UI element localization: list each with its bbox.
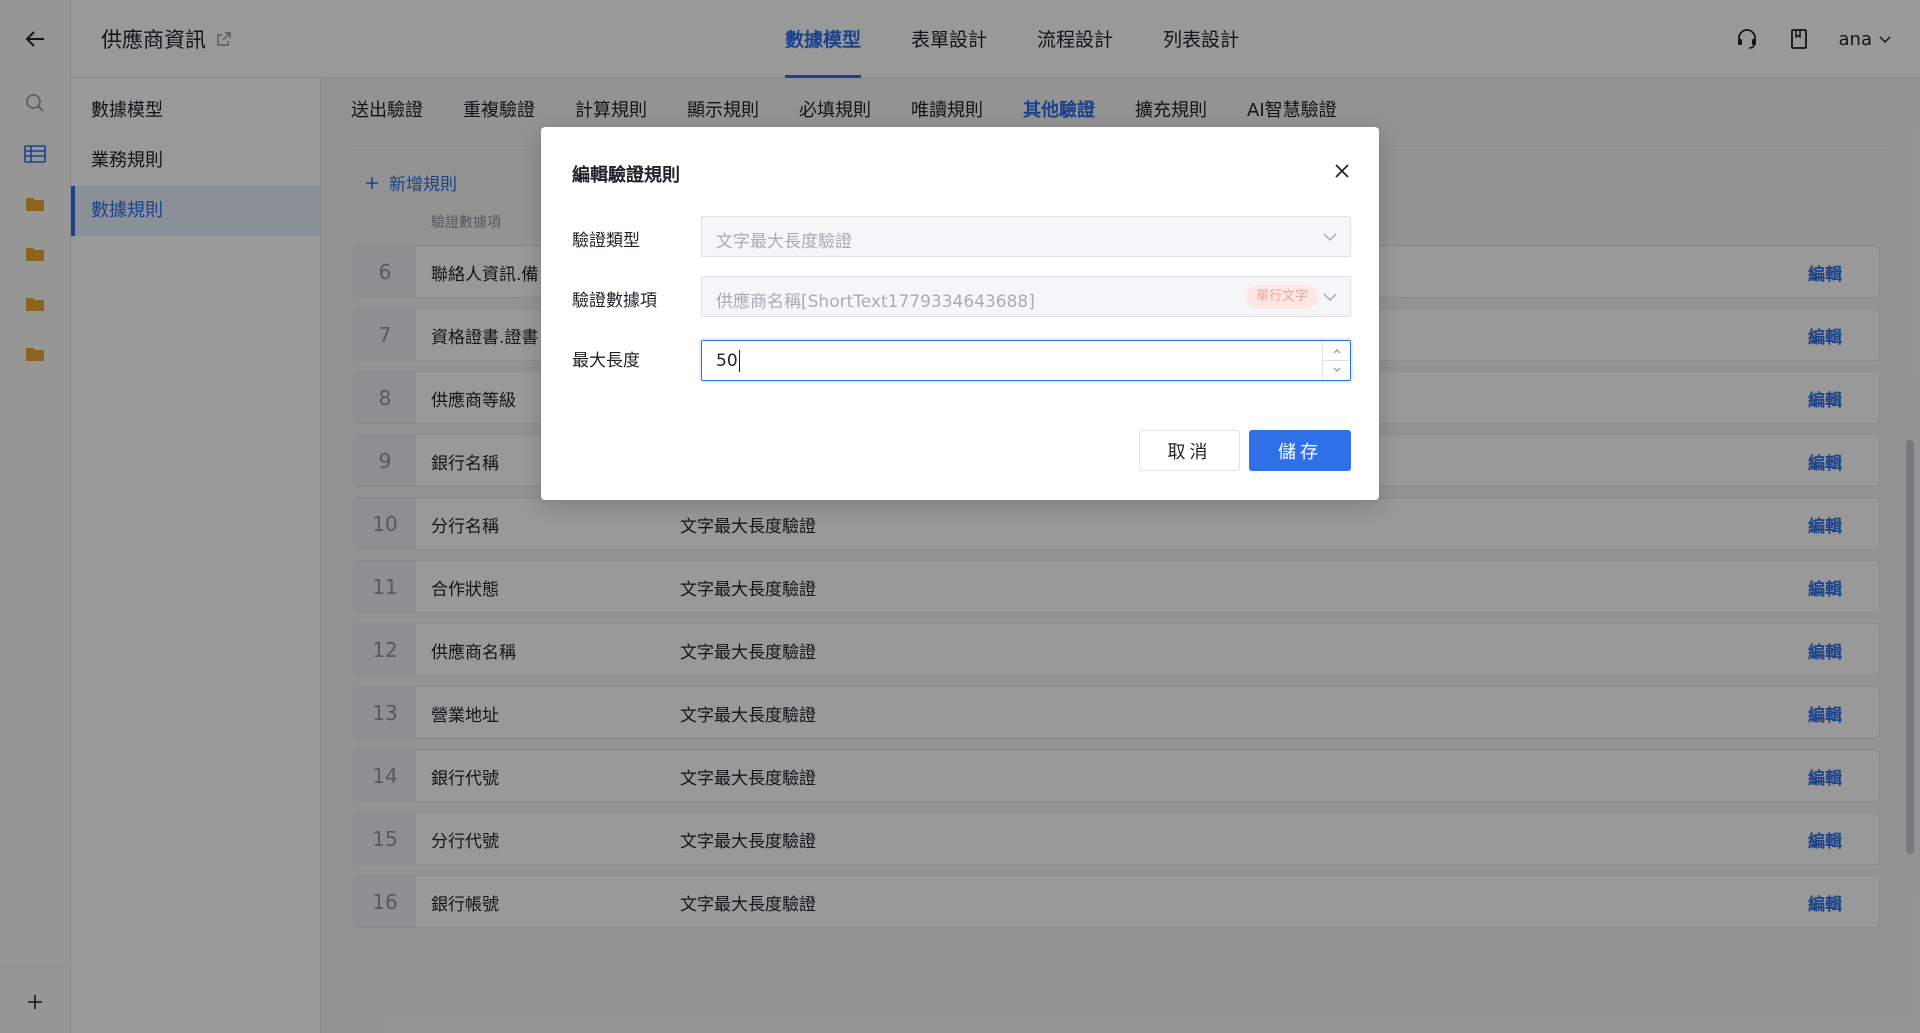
edit-validation-rule-dialog: 編輯驗證規則 驗證類型 文字最大長度驗證 驗證數據項 供應商名稱[ShortTe…: [541, 127, 1379, 500]
save-button[interactable]: 儲存: [1249, 430, 1351, 471]
max-length-value[interactable]: 50: [716, 351, 1296, 371]
max-length-label: 最大長度: [572, 351, 640, 371]
chevron-up-icon: [1333, 348, 1340, 353]
dialog-title: 編輯驗證規則: [572, 165, 680, 186]
increment-button[interactable]: [1323, 341, 1350, 360]
validation-type-select[interactable]: 文字最大長度驗證: [701, 216, 1351, 257]
chevron-down-icon: [1333, 367, 1340, 372]
number-stepper[interactable]: [1322, 341, 1350, 380]
validation-field-value: 供應商名稱[ShortText1779334643688]: [716, 292, 1035, 312]
cancel-button[interactable]: 取消: [1139, 430, 1240, 471]
field-type-tag: 單行文字: [1245, 285, 1318, 309]
field-label: 驗證數據項: [572, 291, 657, 311]
text-caret: [739, 350, 740, 372]
max-length-input[interactable]: 50: [701, 340, 1351, 381]
close-icon[interactable]: [1331, 160, 1353, 182]
chevron-down-icon: [1323, 293, 1337, 302]
validation-type-value: 文字最大長度驗證: [716, 232, 852, 252]
chevron-down-icon: [1323, 233, 1337, 242]
validation-field-select[interactable]: 供應商名稱[ShortText1779334643688] 單行文字: [701, 276, 1351, 317]
type-label: 驗證類型: [572, 231, 640, 251]
decrement-button[interactable]: [1323, 360, 1350, 379]
